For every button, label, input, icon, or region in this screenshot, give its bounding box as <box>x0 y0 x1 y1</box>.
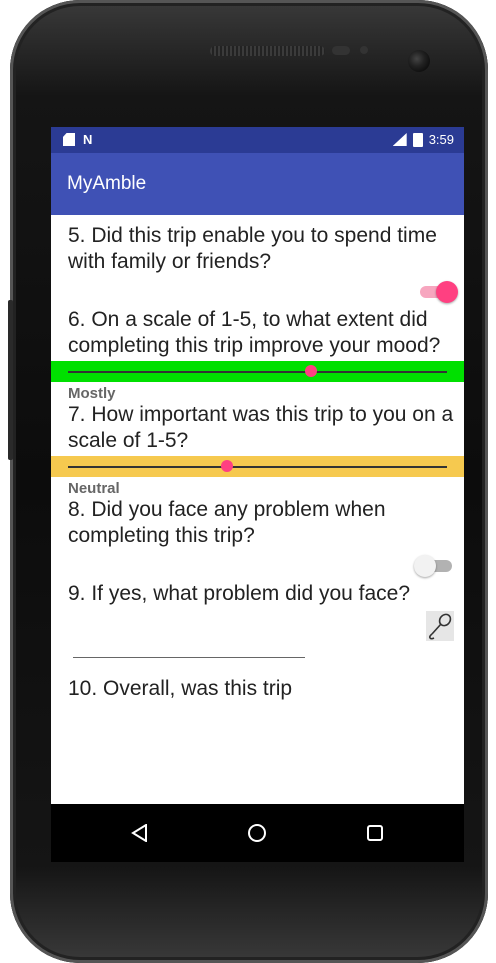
app-bar: MyAmble <box>51 153 464 215</box>
toggle-thumb <box>414 555 436 577</box>
question-8: 8. Did you face any problem when complet… <box>68 498 386 547</box>
question-10: 10. Overall, was this trip <box>68 677 293 700</box>
battery-icon <box>412 132 423 147</box>
question-5: 5. Did this trip enable you to spend tim… <box>68 224 437 273</box>
home-circle-icon[interactable] <box>237 813 277 853</box>
status-time: 3:59 <box>428 132 454 147</box>
n-notification-icon: N <box>83 132 93 147</box>
slider-track <box>68 371 447 373</box>
mood-slider[interactable] <box>51 361 464 382</box>
family-friends-toggle[interactable] <box>416 281 458 303</box>
light-sensor <box>360 46 368 54</box>
navigation-bar <box>51 804 464 862</box>
signal-icon <box>392 133 407 146</box>
survey-content[interactable]: 5. Did this trip enable you to spend tim… <box>51 215 464 804</box>
mood-answer: Mostly <box>68 385 116 402</box>
back-triangle-icon[interactable] <box>120 813 160 853</box>
importance-answer: Neutral <box>68 480 120 497</box>
side-button <box>8 300 13 460</box>
importance-slider[interactable] <box>51 456 464 477</box>
question-6: 6. On a scale of 1-5, to what extent did… <box>68 308 441 357</box>
slider-thumb[interactable] <box>304 365 317 377</box>
recents-square-icon[interactable] <box>355 813 395 853</box>
app-title: MyAmble <box>67 173 147 194</box>
status-bar: N 3:59 <box>51 127 464 153</box>
phone-screen: N 3:59 MyAmble 5. Did this trip enable y… <box>51 127 464 862</box>
front-camera <box>408 50 430 72</box>
speaker-grille <box>210 46 325 56</box>
slider-track <box>68 466 447 468</box>
phone-top-bezel <box>10 0 488 130</box>
question-7: 7. How important was this trip to you on… <box>68 403 454 452</box>
question-9: 9. If yes, what problem did you face? <box>68 582 411 605</box>
toggle-thumb <box>436 281 458 303</box>
slider-thumb[interactable] <box>221 460 234 472</box>
problem-toggle[interactable] <box>414 555 456 577</box>
sd-card-icon <box>63 133 75 146</box>
proximity-sensor <box>332 46 350 55</box>
microphone-icon[interactable] <box>426 611 454 641</box>
